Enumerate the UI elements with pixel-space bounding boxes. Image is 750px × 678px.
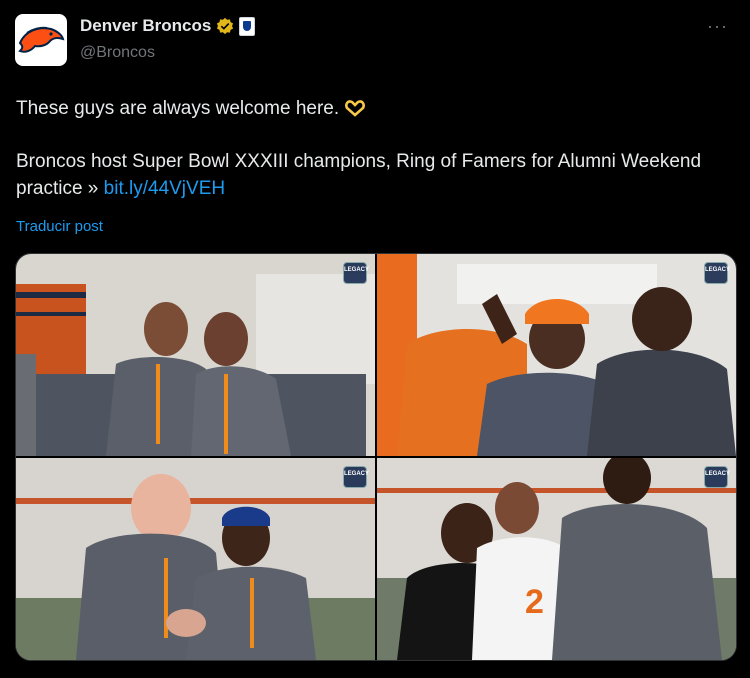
author-name[interactable]: Denver Broncos bbox=[80, 16, 211, 36]
photo-image bbox=[377, 254, 736, 456]
media-photo-1[interactable]: LEGACY bbox=[16, 254, 375, 456]
tweet-text: These guys are always welcome here. Bron… bbox=[16, 95, 736, 202]
media-grid: LEGACY LEGACY LEGACY 2 LEGACY bbox=[15, 253, 737, 661]
broncos-logo-icon bbox=[18, 26, 65, 53]
media-photo-4[interactable]: 2 LEGACY bbox=[377, 458, 736, 660]
photo-image: 2 bbox=[377, 458, 736, 660]
author-name-row: Denver Broncos bbox=[80, 16, 256, 36]
media-photo-3[interactable]: LEGACY bbox=[16, 458, 375, 660]
translate-post-link[interactable]: Traducir post bbox=[16, 218, 103, 235]
author-handle[interactable]: @Broncos bbox=[80, 44, 155, 62]
svg-text:2: 2 bbox=[525, 583, 544, 621]
verified-badge-icon bbox=[217, 17, 234, 35]
nfl-affiliate-icon[interactable] bbox=[239, 16, 256, 36]
photo-image bbox=[16, 254, 375, 456]
heart-hands-icon bbox=[345, 100, 366, 117]
tweet-line-1: These guys are always welcome here. bbox=[16, 98, 340, 119]
tweet-link[interactable]: bit.ly/44VjVEH bbox=[104, 178, 225, 199]
legacy-watermark: LEGACY bbox=[704, 262, 730, 284]
legacy-watermark: LEGACY bbox=[343, 262, 369, 284]
photo-image bbox=[16, 458, 375, 660]
legacy-watermark: LEGACY bbox=[704, 466, 730, 488]
media-photo-2[interactable]: LEGACY bbox=[377, 254, 736, 456]
legacy-watermark: LEGACY bbox=[343, 466, 369, 488]
avatar[interactable] bbox=[15, 14, 67, 66]
tweet: Denver Broncos @Broncos ··· These guys a… bbox=[0, 0, 750, 678]
more-options-button[interactable]: ··· bbox=[707, 16, 728, 37]
